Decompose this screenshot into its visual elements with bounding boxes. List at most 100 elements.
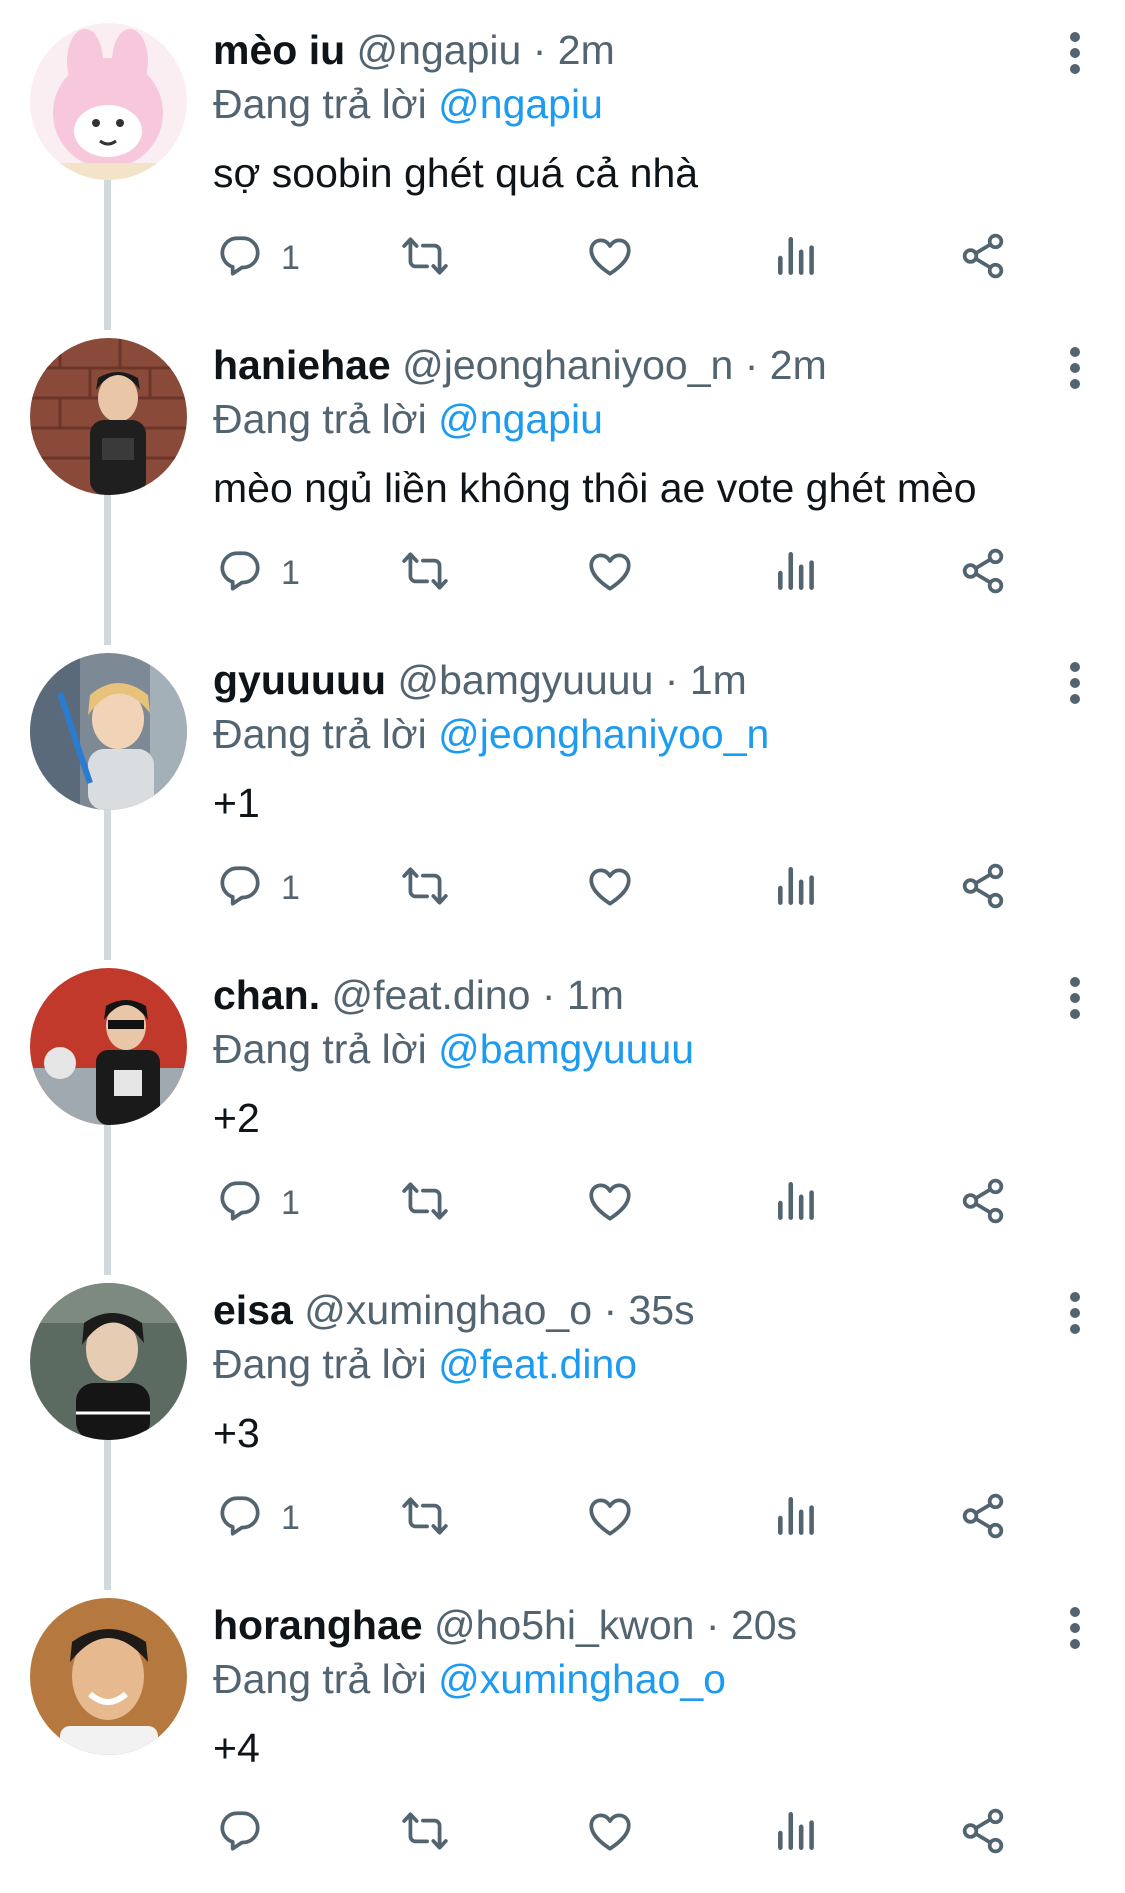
- retweet-button[interactable]: [400, 1490, 450, 1546]
- replying-mention[interactable]: @jeonghaniyoo_n: [438, 711, 769, 757]
- views-button[interactable]: [772, 860, 822, 916]
- reply-button[interactable]: 1: [215, 230, 300, 286]
- reply-count: 1: [281, 868, 300, 907]
- avatar[interactable]: [30, 1283, 187, 1440]
- user-handle[interactable]: @ho5hi_kwon: [434, 1602, 694, 1648]
- reply-button[interactable]: 1: [215, 1175, 300, 1231]
- views-button[interactable]: [772, 1805, 822, 1861]
- reply-count: 1: [281, 238, 300, 277]
- share-button[interactable]: [958, 860, 1008, 916]
- retweet-button[interactable]: [400, 1175, 450, 1231]
- user-handle[interactable]: @xuminghao_o: [304, 1287, 592, 1333]
- reply-tweet[interactable]: eisa @xuminghao_o · 35s Đang trả lời @fe…: [0, 1260, 1125, 1590]
- avatar[interactable]: [30, 23, 187, 180]
- display-name[interactable]: haniehae: [213, 342, 391, 388]
- views-icon: [772, 546, 822, 601]
- reply-count: 1: [281, 553, 300, 592]
- timestamp[interactable]: 20s: [731, 1602, 797, 1648]
- timestamp[interactable]: 1m: [567, 972, 624, 1018]
- action-bar: 1: [0, 1175, 1125, 1235]
- reply-tweet[interactable]: horanghae @ho5hi_kwon · 20s Đang trả lời…: [0, 1575, 1125, 1893]
- action-bar: 1: [0, 545, 1125, 605]
- like-button[interactable]: [585, 1490, 635, 1546]
- user-handle[interactable]: @bamgyuuuu: [397, 657, 653, 703]
- replying-mention[interactable]: @ngapiu: [438, 396, 603, 442]
- more-icon[interactable]: [1060, 30, 1090, 76]
- separator-dot: ·: [532, 27, 547, 73]
- tweet-text: +2: [213, 1095, 260, 1141]
- more-icon[interactable]: [1060, 1290, 1090, 1336]
- like-button[interactable]: [585, 545, 635, 601]
- share-button[interactable]: [958, 230, 1008, 286]
- like-button[interactable]: [585, 1805, 635, 1861]
- timestamp[interactable]: 2m: [558, 27, 615, 73]
- tweet-header: mèo iu @ngapiu · 2m: [213, 24, 615, 76]
- more-icon[interactable]: [1060, 975, 1090, 1021]
- reply-tweet[interactable]: chan. @feat.dino · 1m Đang trả lời @bamg…: [0, 945, 1125, 1275]
- reply-button[interactable]: 1: [215, 860, 300, 916]
- retweet-icon: [400, 231, 450, 286]
- replying-to: Đang trả lời @ngapiu: [213, 78, 603, 130]
- more-icon[interactable]: [1060, 1605, 1090, 1651]
- retweet-button[interactable]: [400, 545, 450, 601]
- tweet-text: +1: [213, 780, 260, 826]
- user-handle[interactable]: @feat.dino: [332, 972, 531, 1018]
- retweet-button[interactable]: [400, 230, 450, 286]
- share-button[interactable]: [958, 545, 1008, 601]
- separator-dot: ·: [664, 657, 679, 703]
- tweet-header: horanghae @ho5hi_kwon · 20s: [213, 1599, 797, 1651]
- avatar[interactable]: [30, 1598, 187, 1755]
- reply-tweet[interactable]: mèo iu @ngapiu · 2m Đang trả lời @ngapiu…: [0, 0, 1125, 330]
- reply-button[interactable]: 1: [215, 545, 300, 601]
- share-icon: [958, 1806, 1008, 1861]
- timestamp[interactable]: 2m: [770, 342, 827, 388]
- replying-mention[interactable]: @xuminghao_o: [438, 1656, 726, 1702]
- separator-dot: ·: [603, 1287, 618, 1333]
- more-icon[interactable]: [1060, 660, 1090, 706]
- user-handle[interactable]: @jeonghaniyoo_n: [402, 342, 733, 388]
- like-button[interactable]: [585, 860, 635, 916]
- replying-label: Đang trả lời: [213, 396, 427, 442]
- reply-icon: [215, 231, 265, 286]
- views-button[interactable]: [772, 545, 822, 601]
- avatar[interactable]: [30, 968, 187, 1125]
- reply-count: 1: [281, 1183, 300, 1222]
- views-button[interactable]: [772, 230, 822, 286]
- replying-to: Đang trả lời @bamgyuuuu: [213, 1023, 694, 1075]
- display-name[interactable]: gyuuuuu: [213, 657, 386, 703]
- reply-tweet[interactable]: gyuuuuu @bamgyuuuu · 1m Đang trả lời @je…: [0, 630, 1125, 960]
- share-button[interactable]: [958, 1490, 1008, 1546]
- views-button[interactable]: [772, 1490, 822, 1546]
- retweet-button[interactable]: [400, 1805, 450, 1861]
- avatar[interactable]: [30, 338, 187, 495]
- tweet-header: chan. @feat.dino · 1m: [213, 969, 624, 1021]
- display-name[interactable]: mèo iu: [213, 27, 345, 73]
- timestamp[interactable]: 35s: [629, 1287, 695, 1333]
- share-button[interactable]: [958, 1175, 1008, 1231]
- reply-tweet[interactable]: haniehae @jeonghaniyoo_n · 2m Đang trả l…: [0, 315, 1125, 645]
- share-icon: [958, 1176, 1008, 1231]
- share-button[interactable]: [958, 1805, 1008, 1861]
- display-name[interactable]: eisa: [213, 1287, 293, 1333]
- retweet-icon: [400, 1491, 450, 1546]
- more-icon[interactable]: [1060, 345, 1090, 391]
- avatar[interactable]: [30, 653, 187, 810]
- tweet-text: +4: [213, 1725, 260, 1771]
- replying-label: Đang trả lời: [213, 711, 427, 757]
- display-name[interactable]: chan.: [213, 972, 320, 1018]
- tweet-header: gyuuuuu @bamgyuuuu · 1m: [213, 654, 747, 706]
- replying-mention[interactable]: @bamgyuuuu: [438, 1026, 694, 1072]
- user-handle[interactable]: @ngapiu: [357, 27, 522, 73]
- replying-mention[interactable]: @ngapiu: [438, 81, 603, 127]
- separator-dot: ·: [705, 1602, 720, 1648]
- timestamp[interactable]: 1m: [690, 657, 747, 703]
- views-button[interactable]: [772, 1175, 822, 1231]
- replying-label: Đang trả lời: [213, 81, 427, 127]
- display-name[interactable]: horanghae: [213, 1602, 423, 1648]
- reply-button[interactable]: [215, 1805, 281, 1861]
- replying-mention[interactable]: @feat.dino: [438, 1341, 637, 1387]
- like-button[interactable]: [585, 230, 635, 286]
- like-button[interactable]: [585, 1175, 635, 1231]
- reply-button[interactable]: 1: [215, 1490, 300, 1546]
- retweet-button[interactable]: [400, 860, 450, 916]
